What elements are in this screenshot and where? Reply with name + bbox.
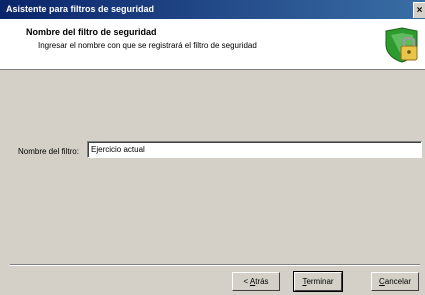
window-title: Asistente para filtros de seguridad bbox=[6, 4, 155, 14]
shield-lock-icon bbox=[385, 27, 418, 63]
finish-label-rest: erminar bbox=[306, 277, 334, 286]
wizard-header: Nombre del filtro de seguridad Ingresar … bbox=[0, 19, 425, 70]
back-button[interactable]: < Atrás bbox=[232, 272, 280, 291]
page-subtitle: Ingresar el nombre con que se registrará… bbox=[38, 41, 257, 50]
page-title: Nombre del filtro de seguridad bbox=[26, 27, 157, 37]
back-label-rest: trás bbox=[255, 277, 269, 286]
footer-divider bbox=[10, 264, 420, 266]
cancel-label-rest: ancelar bbox=[384, 277, 412, 286]
filter-name-label: Nombre del filtro: bbox=[18, 147, 79, 156]
wizard-window: Asistente para filtros de seguridad × No… bbox=[0, 0, 425, 295]
finish-button[interactable]: Terminar bbox=[293, 271, 343, 292]
cancel-button[interactable]: Cancelar bbox=[371, 272, 419, 291]
close-icon[interactable]: × bbox=[413, 2, 425, 18]
filter-name-input[interactable] bbox=[87, 141, 422, 158]
title-bar[interactable]: Asistente para filtros de seguridad × bbox=[0, 0, 425, 19]
